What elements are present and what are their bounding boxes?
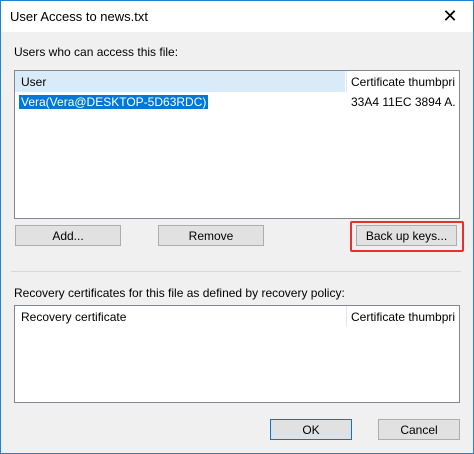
window-title: User Access to news.txt [10,9,148,24]
thumbprint-column-header[interactable]: Certificate thumbpri [351,72,455,92]
recovery-list[interactable]: Recovery certificate Certificate thumbpr… [14,305,460,403]
back-up-keys-button-label: Back up keys... [365,228,448,243]
column-divider [346,306,347,327]
title-bar: User Access to news.txt ✕ [1,1,473,32]
remove-button-label: Remove [188,228,234,243]
back-up-keys-button[interactable]: Back up keys... [356,225,457,246]
recovery-column-header[interactable]: Recovery certificate [21,307,341,327]
cancel-button[interactable]: Cancel [378,419,460,440]
ok-button-label: OK [302,422,320,437]
column-divider [346,71,347,92]
cancel-button-label: Cancel [400,422,438,437]
table-row[interactable]: Vera(Vera@DESKTOP-5D63RDC) [19,94,209,111]
add-button-label: Add... [52,228,84,243]
dialog-window: User Access to news.txt ✕ Users who can … [0,0,474,454]
recovery-thumbprint-column-header[interactable]: Certificate thumbpri [351,307,455,327]
ok-button[interactable]: OK [270,419,352,440]
remove-button[interactable]: Remove [158,225,264,246]
user-column-header[interactable]: User [21,72,341,92]
close-icon[interactable]: ✕ [427,1,473,32]
users-list[interactable]: User Certificate thumbpri Vera(Vera@DESK… [14,70,460,219]
recovery-label: Recovery certificates for this file as d… [14,286,345,300]
thumbprint-cell: 33A4 11EC 3894 A... [351,95,455,109]
separator [11,271,461,272]
user-cell: Vera(Vera@DESKTOP-5D63RDC) [19,95,209,109]
add-button[interactable]: Add... [15,225,121,246]
users-label: Users who can access this file: [14,45,179,59]
